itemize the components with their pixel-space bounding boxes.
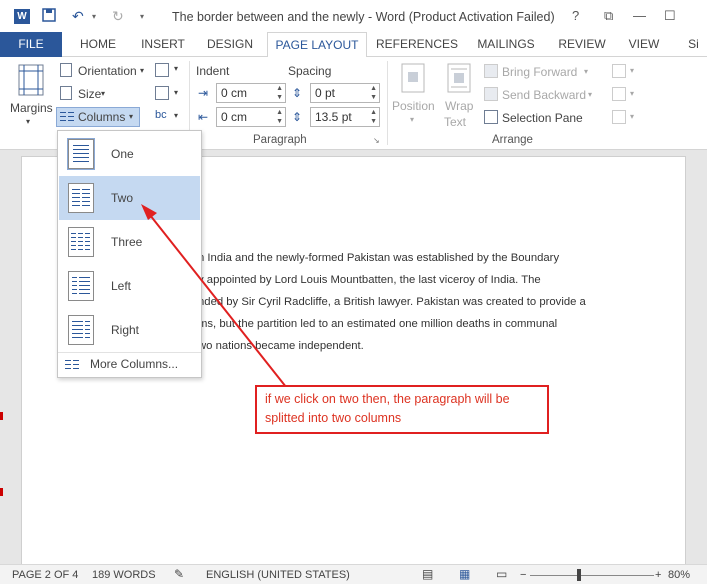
zoom-out-button[interactable]: − — [520, 569, 526, 581]
web-layout-icon[interactable]: ▭ — [496, 567, 507, 581]
annotation-arrow-icon — [141, 204, 291, 393]
zoom-slider-thumb[interactable] — [577, 569, 581, 581]
page-count[interactable]: PAGE 2 OF 4 — [12, 569, 78, 581]
language-status[interactable]: ENGLISH (UNITED STATES) — [206, 569, 350, 581]
zoom-in-button[interactable]: + — [655, 569, 661, 581]
word-count[interactable]: 189 WORDS — [92, 569, 156, 581]
status-bar: PAGE 2 OF 4 189 WORDS ✎ ENGLISH (UNITED … — [0, 564, 707, 584]
zoom-level[interactable]: 80% — [668, 569, 690, 581]
read-mode-icon[interactable]: ▤ — [422, 567, 433, 581]
print-layout-icon[interactable]: ▦ — [459, 567, 470, 581]
proofing-icon[interactable]: ✎ — [174, 567, 184, 581]
annotation-callout: if we click on two then, the paragraph w… — [255, 385, 549, 434]
zoom-slider-track[interactable] — [530, 575, 654, 576]
